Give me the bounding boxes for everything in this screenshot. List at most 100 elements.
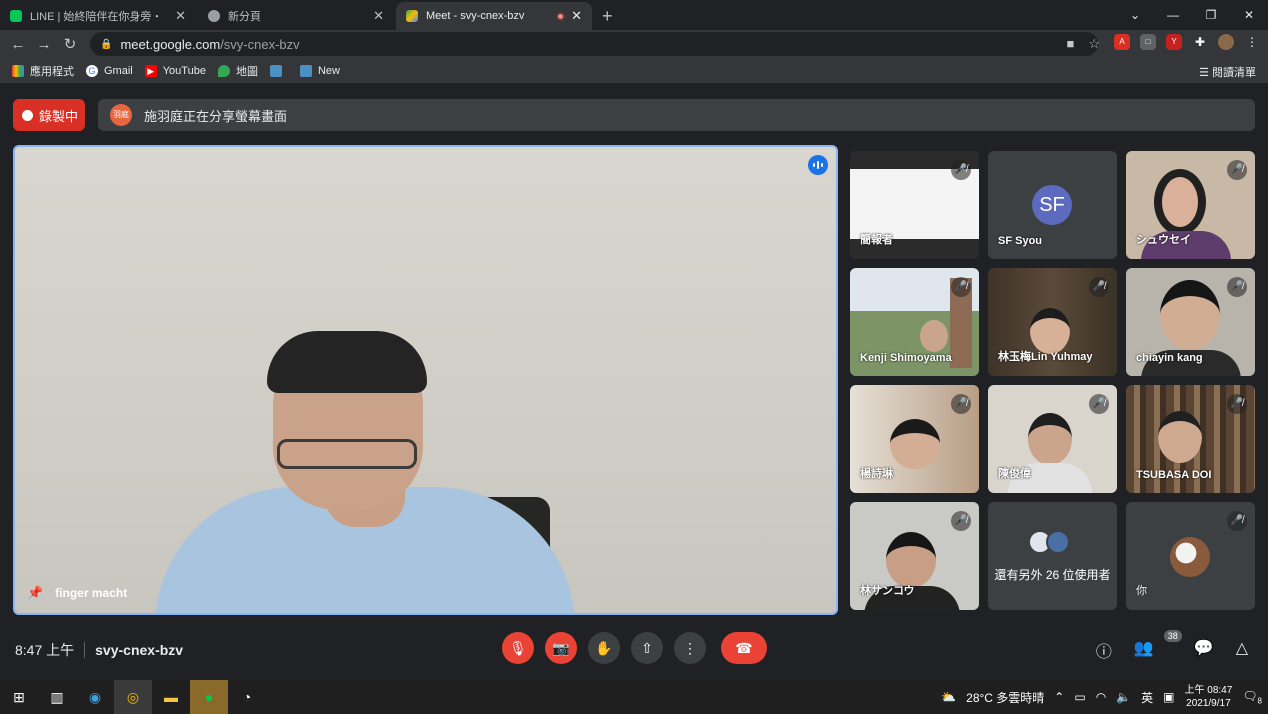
leave-call-button[interactable]: ☎ [721, 632, 767, 664]
participant-tile[interactable]: 🎤̸ 林玉梅Lin Yuhmay [988, 268, 1117, 376]
camera-icon[interactable]: ■ [1066, 36, 1074, 52]
share-status-text: 施羽庭正在分享螢幕畫面 [144, 108, 288, 124]
participant-tile[interactable]: 🎤̸ 楊詩琳 [850, 385, 979, 493]
bookmark-new[interactable]: New [299, 64, 340, 77]
task-view-icon[interactable]: ▥ [38, 680, 76, 714]
participant-avatar: SF [1032, 185, 1072, 225]
wifi-icon[interactable]: ◠ [1096, 690, 1106, 704]
presentation-banner[interactable]: 羽庭 施羽庭正在分享螢幕畫面 [98, 99, 1255, 131]
url-path: /svy-cnex-bzv [220, 36, 300, 52]
close-icon[interactable]: ✕ [175, 8, 186, 24]
reading-list-button[interactable]: ☰ 閱讀清單 [1199, 64, 1256, 80]
line-taskbar-icon[interactable]: ● [190, 680, 228, 714]
participant-tile[interactable]: 🎤̸ 林サンコウ [850, 502, 979, 610]
tab-strip: LINE | 始終陪伴在你身旁・ ✕ 新分頁 ✕ Meet - svy-cnex… [0, 0, 1268, 30]
mic-toggle-button[interactable]: 🎙 [502, 632, 534, 664]
timer-app-icon[interactable]: ◔ [228, 680, 266, 714]
activities-icon[interactable]: △ [1236, 638, 1248, 662]
bookmark-apps[interactable]: 應用程式 [12, 63, 74, 79]
mic-off-icon: 🎤̸ [951, 277, 971, 297]
participant-tile[interactable]: SF SF Syou [988, 151, 1117, 259]
reading-list-label: 閱讀清單 [1212, 67, 1256, 79]
taskbar-clock[interactable]: 上午 08:47 2021/9/17 [1185, 684, 1233, 710]
participant-tile[interactable]: 🎤̸ シュウセイ [1126, 151, 1255, 259]
main-speaker-name: 📌 finger macht [27, 585, 127, 601]
participant-name: 林玉梅Lin Yuhmay [998, 351, 1093, 363]
windows-start-icon[interactable]: ⊞ [0, 680, 38, 714]
participant-name: TSUBASA DOI [1136, 469, 1212, 481]
close-icon[interactable]: ✕ [571, 8, 582, 24]
notification-center-icon[interactable]: 🗨8 [1242, 689, 1262, 705]
forward-button[interactable]: → [31, 36, 57, 53]
participant-tile[interactable]: 🎤̸ chiayin kang [1126, 268, 1255, 376]
participant-face [1154, 169, 1206, 235]
meeting-code: svy-cnex-bzv [95, 642, 184, 658]
participant-tile[interactable]: 🎤̸ Kenji Shimoyama [850, 268, 979, 376]
other-participants-avatars [1028, 530, 1070, 554]
bookmark-unnamed[interactable] [269, 64, 288, 77]
camera-toggle-button[interactable]: 📷 [545, 632, 577, 664]
weather-text[interactable]: 28°C 多雲時晴 [966, 689, 1044, 706]
close-icon[interactable]: ✕ [373, 8, 384, 24]
raise-hand-button[interactable]: ✋ [588, 632, 620, 664]
mic-off-icon: 🎤̸ [1227, 394, 1247, 414]
page-icon [299, 64, 312, 77]
people-icon[interactable]: 👥38 [1134, 630, 1182, 662]
participant-name: 陳俊偉 [998, 468, 1031, 480]
chat-icon[interactable]: 💬 [1194, 638, 1214, 662]
ime-pad-icon[interactable]: ▣ [1163, 690, 1174, 704]
youtube-icon: ▶ [144, 64, 157, 77]
file-explorer-icon[interactable]: ▬ [152, 680, 190, 714]
tab-title: LINE | 始終陪伴在你身旁・ [30, 11, 163, 23]
participant-tile[interactable]: 🎤̸ 陳俊偉 [988, 385, 1117, 493]
window-close-button[interactable]: ✕ [1230, 8, 1268, 22]
participant-face [920, 320, 948, 352]
pdf-extension-icon[interactable]: A [1114, 34, 1130, 50]
battery-icon[interactable]: ▭ [1074, 690, 1085, 704]
self-tile[interactable]: 🎤̸ 你 [1126, 502, 1255, 610]
reload-button[interactable]: ↻ [57, 35, 83, 53]
participant-tile[interactable]: 還有另外 26 位使用者 [988, 502, 1117, 610]
ime-indicator[interactable]: 英 [1141, 689, 1153, 706]
volume-icon[interactable]: 🔈 [1116, 690, 1131, 704]
address-bar[interactable]: 🔒 meet.google.com/svy-cnex-bzv [90, 32, 1098, 56]
participant-avatar [1046, 530, 1070, 554]
participant-tile[interactable]: 🎤̸ TSUBASA DOI [1126, 385, 1255, 493]
tab-line[interactable]: LINE | 始終陪伴在你身旁・ ✕ [0, 2, 196, 30]
pin-icon[interactable]: 📌 [27, 585, 43, 601]
bookmark-label: New [317, 64, 340, 77]
chat-extension-icon[interactable]: □ [1140, 34, 1156, 50]
meeting-info-icon[interactable]: ⓘ [1096, 638, 1112, 662]
bookmark-star-icon[interactable]: ☆ [1088, 36, 1100, 52]
mic-off-icon: 🎤̸ [1227, 511, 1247, 531]
main-speaker-tile[interactable]: 📌 finger macht [13, 145, 838, 615]
profile-avatar[interactable] [1218, 34, 1234, 50]
participant-name: Kenji Shimoyama [860, 352, 952, 364]
back-button[interactable]: ← [5, 36, 31, 53]
person-hair [267, 331, 427, 393]
bookmark-maps[interactable]: 地圖 [217, 63, 258, 79]
more-options-button[interactable]: ⋮ [674, 632, 706, 664]
minimize-button[interactable]: — [1154, 8, 1192, 22]
bookmark-gmail[interactable]: G Gmail [86, 64, 133, 77]
puzzle-icon[interactable]: ✚ [1192, 34, 1208, 50]
bookmark-youtube[interactable]: ▶ YouTube [144, 64, 206, 77]
participant-tile[interactable]: 🎤̸ 簡報者 [850, 151, 979, 259]
present-screen-button[interactable]: ⇧ [631, 632, 663, 664]
edge-icon[interactable]: ◉ [76, 680, 114, 714]
tab-search-icon[interactable]: ⌄ [1116, 8, 1154, 22]
notification-count: 8 [1257, 696, 1262, 706]
others-count-label: 還有另外 26 位使用者 [994, 568, 1111, 582]
tab-new[interactable]: 新分頁 ✕ [198, 2, 394, 30]
chrome-taskbar-icon[interactable]: ◎ [114, 680, 152, 714]
tab-meet[interactable]: Meet - svy-cnex-bzv ✕ [396, 2, 592, 30]
meeting-time: 8:47 上午 [15, 642, 75, 658]
yab-extension-icon[interactable]: Y [1166, 34, 1182, 50]
bookmarks-bar: 應用程式 G Gmail ▶ YouTube 地圖 New ☰ 閱讀清單 [0, 58, 1268, 84]
new-tab-button[interactable]: + [602, 2, 613, 30]
tray-expand-icon[interactable]: ⌃ [1054, 690, 1064, 704]
recording-badge[interactable]: 錄製中 [13, 99, 85, 131]
restore-button[interactable]: ❐ [1192, 8, 1230, 22]
menu-icon[interactable]: ⋮ [1244, 34, 1260, 50]
call-controls-bar: 8:47 上午 svy-cnex-bzv 🎙 📷 ✋ ⇧ ⋮ ☎ ⓘ 👥38 💬… [0, 616, 1268, 680]
